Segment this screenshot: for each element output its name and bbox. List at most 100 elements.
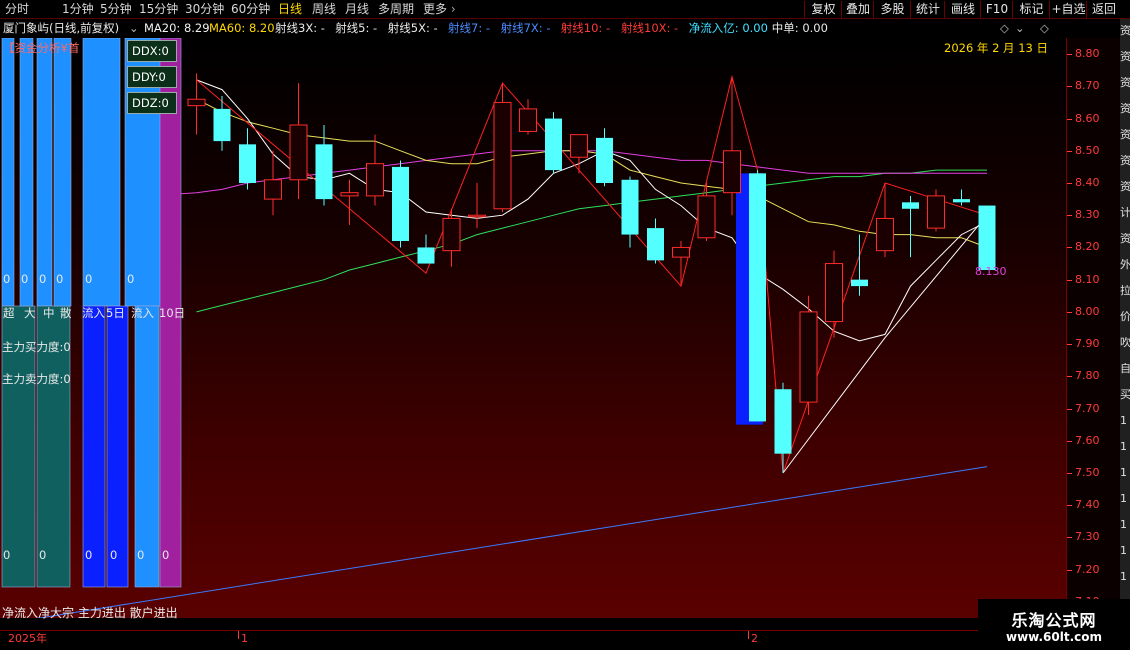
side-panel-label: 买: [1120, 389, 1130, 401]
candle[interactable]: [442, 208, 461, 267]
overlay-button[interactable]: 叠加: [841, 1, 874, 18]
candle[interactable]: [545, 112, 562, 174]
fund-panel-svg: [1, 38, 182, 588]
price-tick-mark: [1067, 118, 1072, 120]
tab-multi-period[interactable]: 多周期: [378, 1, 414, 17]
draw-button[interactable]: 画线: [944, 1, 981, 18]
candle[interactable]: [647, 218, 664, 264]
candle-body: [315, 144, 333, 200]
price-tick-mark: [1067, 440, 1072, 442]
price-tick-label: 8.40: [1075, 176, 1100, 189]
candle[interactable]: [851, 234, 868, 296]
indicator-item: 射线10X: -: [621, 21, 679, 35]
add-watchlist-button[interactable]: +自选: [1049, 1, 1087, 18]
candle[interactable]: [927, 189, 945, 232]
zero-label: 0: [21, 272, 29, 286]
multi-stock-button[interactable]: 多股: [873, 1, 911, 18]
side-panel-label: 资: [1120, 103, 1130, 115]
candle[interactable]: [417, 234, 435, 264]
candle-body: [672, 246, 690, 258]
indicator-item: 射线10: -: [560, 21, 611, 35]
tab-weekly[interactable]: 周线: [312, 1, 336, 17]
candle[interactable]: [978, 205, 996, 270]
time-axis: 2025年 1 2: [0, 630, 978, 650]
col-header-inflow-2: 流入: [131, 306, 154, 320]
candle-body: [545, 118, 562, 171]
candle[interactable]: [570, 134, 588, 174]
price-tick-mark: [1067, 408, 1072, 410]
price-tick-mark: [1067, 183, 1072, 184]
zero-label: 0: [85, 272, 93, 286]
price-tick-label: 7.90: [1075, 337, 1100, 351]
indicator-item: 射线7X: -: [500, 21, 551, 35]
candle[interactable]: [392, 160, 409, 248]
side-panel-label: 1: [1120, 519, 1127, 531]
candle[interactable]: [749, 170, 766, 422]
logo-title: 乐淘公式网: [1011, 611, 1097, 630]
candle[interactable]: [902, 195, 919, 258]
candle[interactable]: [876, 183, 894, 258]
tab-5min[interactable]: 5分钟: [100, 1, 132, 17]
candle[interactable]: [340, 179, 359, 225]
candle[interactable]: [468, 183, 486, 229]
price-tick-mark: [1067, 569, 1072, 571]
side-panel-label: 1: [1120, 441, 1127, 453]
candle-body: [596, 137, 613, 183]
price-tick-label: 8.10: [1075, 272, 1100, 286]
tab-daily[interactable]: 日线: [278, 1, 302, 17]
price-tick-label: 8.70: [1075, 79, 1100, 93]
stats-button[interactable]: 统计: [910, 1, 945, 18]
side-panel-label: 1: [1120, 467, 1127, 479]
candle[interactable]: [213, 96, 231, 151]
price-tick-label: 8.20: [1075, 240, 1100, 254]
candle[interactable]: [239, 128, 256, 190]
candle[interactable]: [289, 83, 308, 200]
adjust-button[interactable]: 复权: [804, 1, 842, 18]
col-header-retail: 散: [60, 306, 72, 320]
side-panel-label: 资: [1120, 155, 1130, 167]
right-side-panel[interactable]: 资资资资资资资计资外拉价吹自买1111111: [1120, 19, 1130, 599]
candle[interactable]: [366, 134, 384, 206]
price-tick-label: 7.70: [1075, 401, 1100, 415]
tab-timeshare[interactable]: 分时: [5, 1, 29, 17]
tab-monthly[interactable]: 月线: [345, 1, 369, 17]
tab-1min[interactable]: 1分钟: [62, 1, 94, 17]
candle-body: [417, 247, 435, 264]
f10-button[interactable]: F10: [980, 1, 1013, 18]
ma-white-line: [196, 79, 988, 342]
kline-chart[interactable]: 【资金分析¥首 DDX:0 DDY:0 DDZ:0 0 0 0 0 0 0 超 …: [0, 38, 1066, 618]
watermark-logo: 乐淘公式网 www.60lt.com: [978, 599, 1130, 650]
mark-button[interactable]: 标记: [1012, 1, 1050, 18]
candle[interactable]: [493, 83, 512, 212]
chevron-right-icon: ›: [450, 2, 456, 16]
chevron-down-icon[interactable]: ⌄: [1015, 19, 1025, 38]
price-tick-label: 7.80: [1075, 369, 1100, 383]
settings-circle-icon[interactable]: ⌄: [129, 19, 139, 38]
side-panel-label: 资: [1120, 77, 1130, 89]
diamond-next-icon[interactable]: ◇: [1040, 19, 1049, 38]
logo-url: www.60lt.com: [1005, 630, 1103, 644]
candle[interactable]: [774, 382, 792, 473]
diamond-prev-icon[interactable]: ◇: [1000, 19, 1009, 38]
candle[interactable]: [799, 295, 818, 415]
candle[interactable]: [953, 189, 970, 206]
col-header-super: 超: [3, 306, 15, 320]
ma-green-line: [196, 169, 987, 313]
tab-15min[interactable]: 15分钟: [139, 1, 178, 17]
candle[interactable]: [519, 99, 537, 135]
candle[interactable]: [596, 128, 613, 187]
tab-30min[interactable]: 30分钟: [185, 1, 224, 17]
side-panel-label: 资: [1120, 233, 1130, 245]
candle[interactable]: [264, 150, 282, 216]
candle-body: [442, 217, 461, 252]
candle-body: [493, 101, 512, 210]
zero-label: 0: [39, 272, 47, 286]
time-label-jan: 1: [241, 632, 248, 645]
tab-more[interactable]: 更多 ›: [423, 1, 456, 17]
tab-60min[interactable]: 60分钟: [231, 1, 270, 17]
back-button[interactable]: 返回: [1086, 1, 1121, 18]
indicator-item: 射线5X: -: [387, 21, 438, 35]
candle[interactable]: [825, 250, 843, 338]
candle[interactable]: [621, 176, 639, 248]
top-toolbar: 分时 1分钟 5分钟 15分钟 30分钟 60分钟 日线 周线 月线 多周期 更…: [0, 0, 1130, 19]
